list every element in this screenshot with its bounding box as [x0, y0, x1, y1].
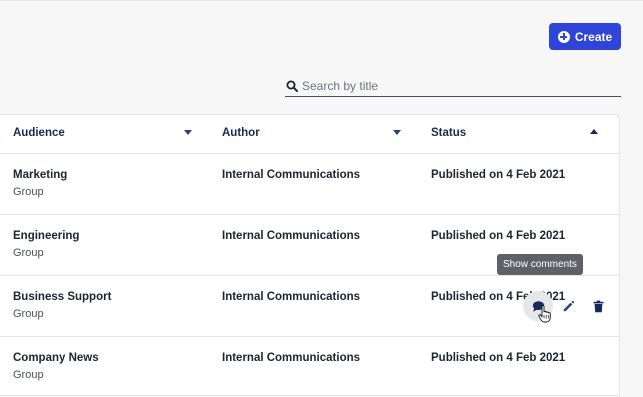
- edit-button[interactable]: [553, 291, 583, 321]
- author-name: Internal Communications: [222, 169, 361, 181]
- audience-name: Marketing: [13, 169, 68, 181]
- column-header-audience[interactable]: Audience: [13, 127, 65, 139]
- audience-type: Group: [13, 308, 44, 320]
- plus-circle-icon: [557, 30, 570, 43]
- search-bar: [285, 76, 621, 97]
- delete-button[interactable]: [583, 291, 613, 321]
- audience-name: Engineering: [13, 230, 80, 242]
- sort-status-icon[interactable]: [590, 129, 598, 134]
- status-text: Published on 4 Feb 2021: [431, 169, 566, 181]
- status-text: Published on 4 Feb 2021: [431, 352, 566, 364]
- row-actions: [523, 290, 613, 322]
- create-button-label: Create: [574, 29, 613, 44]
- search-icon: [286, 80, 298, 92]
- audience-type: Group: [13, 247, 44, 259]
- author-name: Internal Communications: [222, 291, 361, 303]
- sort-audience-icon[interactable]: [184, 130, 192, 135]
- sort-author-icon[interactable]: [393, 130, 401, 135]
- show-comments-tooltip: Show comments: [497, 254, 583, 275]
- audience-name: Company News: [13, 352, 99, 364]
- status-text: Published on 4 Feb 2021: [431, 230, 566, 242]
- top-divider: [0, 0, 643, 1]
- table-row[interactable]: Marketing Group Internal Communications …: [0, 154, 619, 215]
- create-button[interactable]: Create: [549, 23, 621, 50]
- table-header: Audience Author Status: [0, 115, 619, 154]
- column-header-author[interactable]: Author: [222, 127, 260, 139]
- table-row[interactable]: Company News Group Internal Communicatio…: [0, 337, 619, 397]
- audience-type: Group: [13, 369, 44, 381]
- table-row[interactable]: Business Support Group Internal Communic…: [0, 276, 619, 337]
- column-header-status[interactable]: Status: [431, 127, 466, 139]
- pencil-icon: [563, 300, 574, 311]
- audience-type: Group: [13, 186, 44, 198]
- audience-name: Business Support: [13, 291, 112, 303]
- hand-cursor-icon: [538, 305, 551, 323]
- author-name: Internal Communications: [222, 352, 361, 364]
- trash-icon: [593, 300, 603, 312]
- search-input[interactable]: [302, 79, 602, 93]
- author-name: Internal Communications: [222, 230, 361, 242]
